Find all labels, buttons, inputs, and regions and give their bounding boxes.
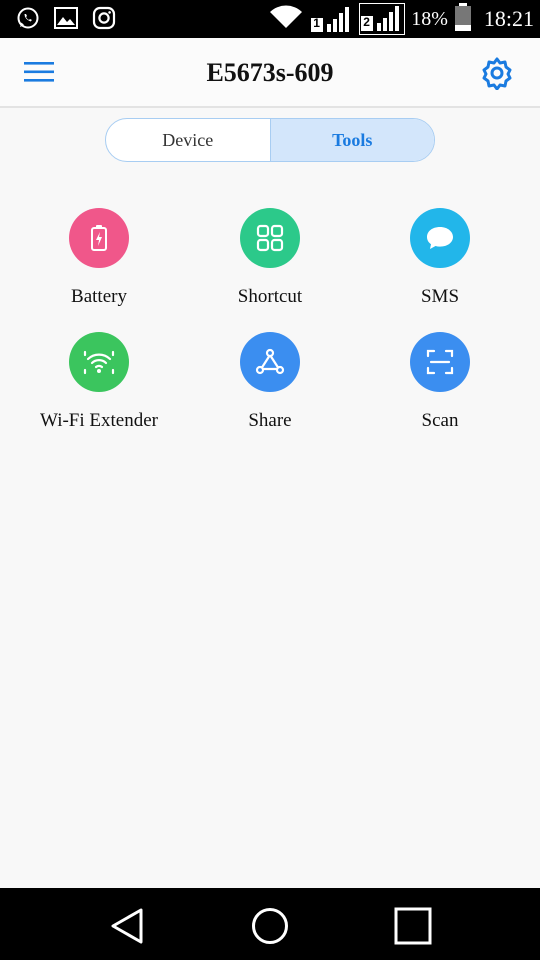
- gallery-icon: [52, 4, 80, 32]
- recents-icon[interactable]: [393, 906, 433, 946]
- tool-scan[interactable]: Scan: [355, 332, 525, 432]
- tool-share[interactable]: Share: [185, 332, 355, 432]
- signal-sim1-icon: 1: [309, 4, 353, 34]
- wifi-icon: [269, 4, 303, 35]
- battery-icon: [454, 2, 472, 36]
- status-bar: 1 2 18% 18:21: [0, 0, 540, 38]
- tool-label: Wi-Fi Extender: [40, 410, 158, 431]
- tab-device[interactable]: Device: [106, 119, 270, 161]
- tool-label: Shortcut: [237, 286, 303, 307]
- clock: 18:21: [483, 6, 534, 31]
- tool-shortcut[interactable]: Shortcut: [185, 208, 355, 308]
- tool-wifi-extender[interactable]: Wi-Fi Extender: [14, 332, 184, 432]
- back-icon[interactable]: [107, 906, 147, 946]
- sim2-label: 2: [363, 15, 370, 29]
- tool-label: Battery: [71, 286, 127, 307]
- tab-tools[interactable]: Tools: [269, 119, 434, 161]
- tool-sms[interactable]: SMS: [355, 208, 525, 308]
- whatsapp-icon: [14, 4, 42, 32]
- tool-label: Scan: [421, 410, 459, 431]
- instagram-icon: [90, 4, 118, 32]
- home-icon[interactable]: [250, 906, 290, 946]
- tab-switcher: Device Tools: [105, 118, 435, 162]
- battery-percent: 18%: [411, 7, 448, 30]
- tool-battery[interactable]: Battery: [14, 208, 184, 308]
- share-icon: [240, 332, 300, 392]
- tool-label: Share: [248, 410, 292, 431]
- navigation-bar: [0, 888, 540, 960]
- grid-icon: [240, 208, 300, 268]
- app-bar: E5673s-609: [0, 38, 540, 108]
- battery-icon: [69, 208, 129, 268]
- sim1-label: 1: [313, 16, 320, 30]
- chat-bubble-icon: [410, 208, 470, 268]
- tool-label: SMS: [420, 286, 460, 307]
- scan-icon: [410, 332, 470, 392]
- gear-icon[interactable]: [480, 56, 516, 92]
- page-title: E5673s-609: [206, 58, 334, 87]
- wifi-extender-icon: [69, 332, 129, 392]
- signal-sim2-icon: 2: [359, 3, 406, 35]
